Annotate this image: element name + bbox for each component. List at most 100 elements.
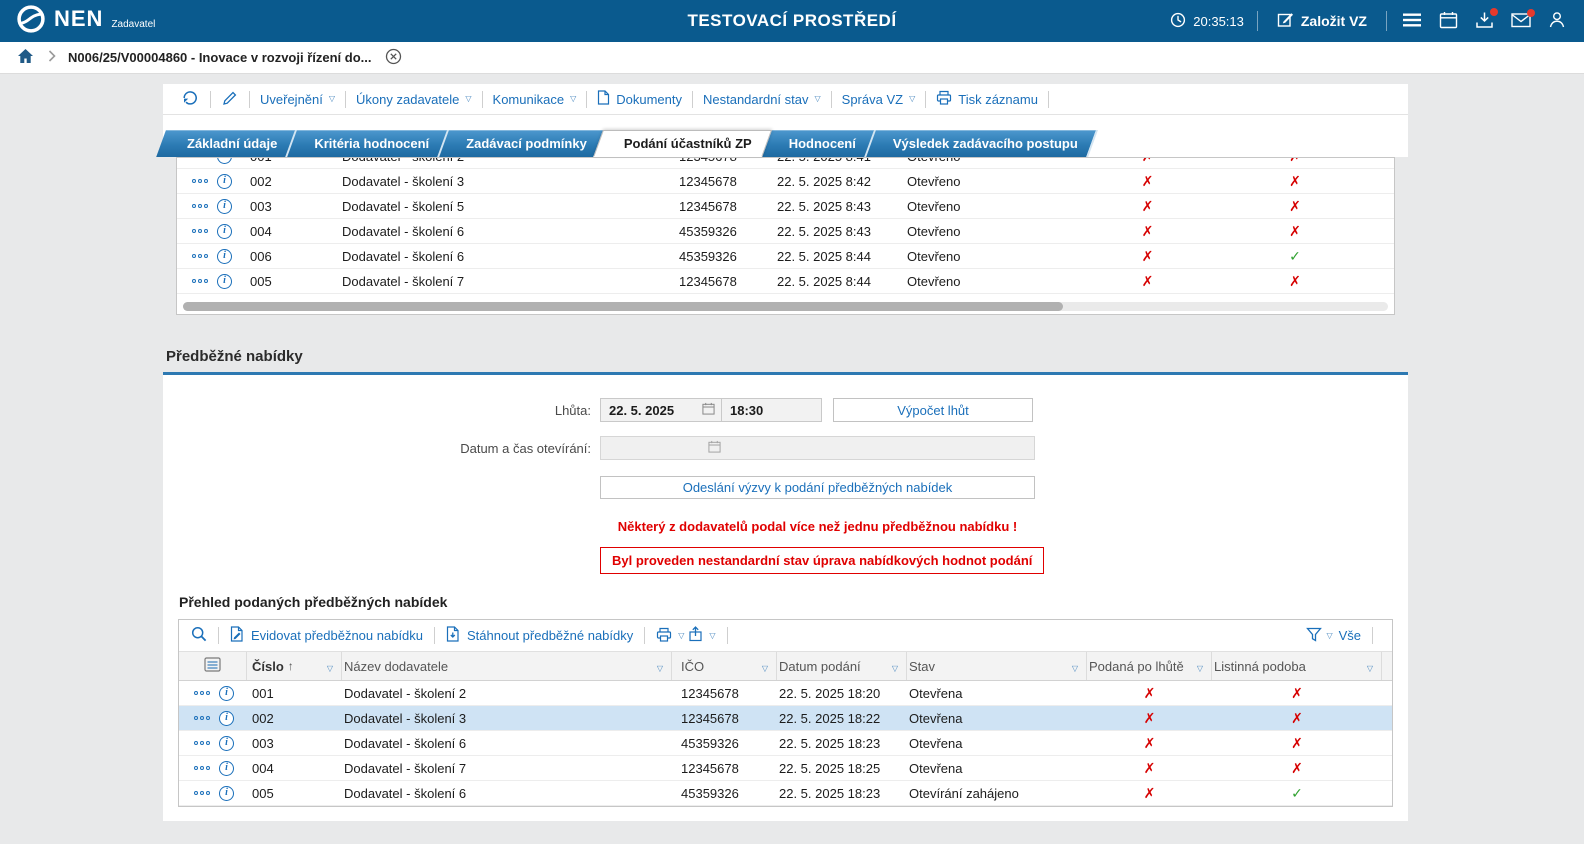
row-actions-button[interactable]: [192, 229, 208, 233]
user-icon: [1548, 11, 1566, 32]
create-vz-button[interactable]: Založit VZ: [1271, 10, 1373, 32]
submission-row[interactable]: i 006 Dodavatel - školení 6 45359326 22.…: [177, 244, 1394, 269]
filter-caret-button[interactable]: ▽: [655, 659, 665, 674]
toolbar-menu-item[interactable]: Uveřejnění ▽: [259, 92, 336, 107]
main-menu-button[interactable]: [1400, 10, 1424, 33]
bid-row[interactable]: i 003 Dodavatel - školení 6 45359326 22.…: [179, 731, 1392, 756]
row-actions-button[interactable]: [194, 741, 210, 745]
submission-row[interactable]: i 002 Dodavatel - školení 3 12345678 22.…: [177, 169, 1394, 194]
tab[interactable]: Kritéria hodnocení: [293, 130, 456, 157]
bid-row[interactable]: i 005 Dodavatel - školení 6 45359326 22.…: [179, 781, 1392, 806]
row-actions-button[interactable]: [194, 716, 210, 720]
nen-home-link[interactable]: NEN Zadavatel: [16, 4, 155, 39]
breadcrumb-record-title[interactable]: N006/25/V00004860 - Inovace v rozvoji ří…: [68, 50, 371, 65]
row-actions-button[interactable]: [192, 254, 208, 258]
caret-down-icon: ▽: [570, 95, 576, 103]
profile-button[interactable]: [1546, 9, 1568, 34]
cell-status: Otevřena: [907, 711, 1087, 726]
column-settings-button[interactable]: [202, 657, 223, 675]
register-bid-button[interactable]: Evidovat předběžnou nabídku: [228, 626, 425, 645]
history-button[interactable]: [179, 89, 201, 110]
download-bids-button[interactable]: Stáhnout předběžné nabídky: [444, 626, 635, 645]
header-number[interactable]: Číslo: [252, 659, 284, 674]
paper-mark-icon: ✓: [1289, 248, 1301, 264]
tab[interactable]: Podání účastníků ZP: [603, 130, 779, 157]
header-supplier-name[interactable]: Název dodavatele: [344, 659, 448, 674]
info-icon[interactable]: i: [219, 711, 234, 726]
info-icon[interactable]: i: [217, 199, 232, 214]
deadline-date-input[interactable]: 22. 5. 2025: [600, 398, 722, 422]
bid-row[interactable]: i 004 Dodavatel - školení 7 12345678 22.…: [179, 756, 1392, 781]
filter-caret-button[interactable]: ▽: [325, 659, 335, 674]
info-icon[interactable]: i: [219, 686, 234, 701]
late-mark-icon: ✗: [1142, 273, 1154, 289]
toolbar-menu-item[interactable]: Dokumenty: [596, 90, 683, 108]
row-actions-button[interactable]: [194, 766, 210, 770]
info-icon[interactable]: i: [217, 274, 232, 289]
row-actions-button[interactable]: [194, 791, 210, 795]
horizontal-scrollbar[interactable]: [183, 302, 1388, 311]
submission-row[interactable]: i 001 Dodavatel - školení 2 12345678 22.…: [177, 157, 1394, 169]
info-icon[interactable]: i: [217, 249, 232, 264]
filter-caret-button[interactable]: ▽: [1365, 659, 1375, 674]
row-actions-button[interactable]: [192, 279, 208, 283]
bid-row[interactable]: i 002 Dodavatel - školení 3 12345678 22.…: [179, 706, 1392, 731]
environment-title: TESTOVACÍ PROSTŘEDÍ: [687, 11, 896, 31]
row-actions-button[interactable]: [192, 204, 208, 208]
filter-caret-button[interactable]: ▽: [890, 659, 900, 674]
tab[interactable]: Zadávací podmínky: [445, 130, 614, 157]
edit-record-button[interactable]: [220, 90, 240, 109]
calc-deadlines-button[interactable]: Výpočet lhůt: [833, 398, 1033, 422]
tab[interactable]: Výsledek zadávacího postupu: [872, 130, 1105, 157]
row-actions-button[interactable]: [192, 157, 208, 158]
filter-caret-button[interactable]: ▽: [760, 659, 770, 674]
submission-row[interactable]: i 004 Dodavatel - školení 6 45359326 22.…: [177, 219, 1394, 244]
paper-mark-icon: ✓: [1291, 785, 1303, 801]
scrollbar-thumb[interactable]: [183, 302, 1063, 311]
print-menu-button[interactable]: ▽: [654, 627, 686, 645]
filter-button[interactable]: [1304, 627, 1324, 645]
calendar-button[interactable]: [1437, 9, 1460, 34]
toolbar-menu-item[interactable]: Tisk záznamu: [935, 90, 1039, 108]
messages-button[interactable]: [1509, 10, 1533, 33]
header-status[interactable]: Stav: [909, 659, 935, 674]
row-actions-button[interactable]: [192, 179, 208, 183]
info-icon[interactable]: i: [219, 786, 234, 801]
toolbar-menu-item[interactable]: Správa VZ ▽: [841, 92, 917, 107]
bid-row[interactable]: i 001 Dodavatel - školení 2 12345678 22.…: [179, 681, 1392, 706]
view-filter-all-button[interactable]: ▽ Vše: [1324, 628, 1363, 643]
header-date[interactable]: Datum podání: [779, 659, 861, 674]
downloads-button[interactable]: [1473, 9, 1496, 34]
cell-date: 22. 5. 2025 18:25: [777, 761, 907, 776]
deadline-time-input[interactable]: 18:30: [722, 398, 822, 422]
info-icon[interactable]: i: [219, 736, 234, 751]
section-header: Předběžné nabídky: [163, 348, 1408, 375]
search-button[interactable]: [189, 626, 209, 645]
cell-supplier-name: Dodavatel - školení 6: [340, 249, 670, 264]
tab[interactable]: Základní údaje: [166, 130, 304, 157]
toolbar-menu-item-label: Úkony zadavatele: [356, 92, 459, 107]
header-ico[interactable]: IČO: [681, 659, 704, 674]
info-icon[interactable]: i: [217, 224, 232, 239]
tab[interactable]: Hodnocení: [768, 130, 883, 157]
info-icon[interactable]: i: [217, 174, 232, 189]
filter-caret-button[interactable]: ▽: [1195, 659, 1205, 674]
header-paper[interactable]: Listinná podoba: [1214, 659, 1306, 674]
edit-icon: [1277, 11, 1294, 31]
close-record-button[interactable]: [383, 48, 404, 68]
toolbar-menu-item[interactable]: Úkony zadavatele ▽: [355, 92, 473, 107]
toolbar-menu-item[interactable]: Komunikace ▽: [492, 92, 578, 107]
cell-date: 22. 5. 2025 8:41: [775, 157, 905, 164]
send-invitation-button[interactable]: Odeslání výzvy k podání předběžných nabí…: [600, 476, 1035, 499]
row-actions-button[interactable]: [194, 691, 210, 695]
info-icon[interactable]: i: [219, 761, 234, 776]
cell-ico: 45359326: [670, 224, 775, 239]
toolbar-menu-item[interactable]: Nestandardní stav ▽: [702, 92, 822, 107]
filter-caret-button[interactable]: ▽: [1070, 659, 1080, 674]
submission-row[interactable]: i 005 Dodavatel - školení 7 12345678 22.…: [177, 269, 1394, 294]
header-late[interactable]: Podaná po lhůtě: [1089, 659, 1184, 674]
info-icon[interactable]: i: [217, 157, 232, 164]
submission-row[interactable]: i 003 Dodavatel - školení 5 12345678 22.…: [177, 194, 1394, 219]
home-button[interactable]: [15, 48, 36, 67]
export-menu-button[interactable]: ▽: [686, 626, 717, 645]
